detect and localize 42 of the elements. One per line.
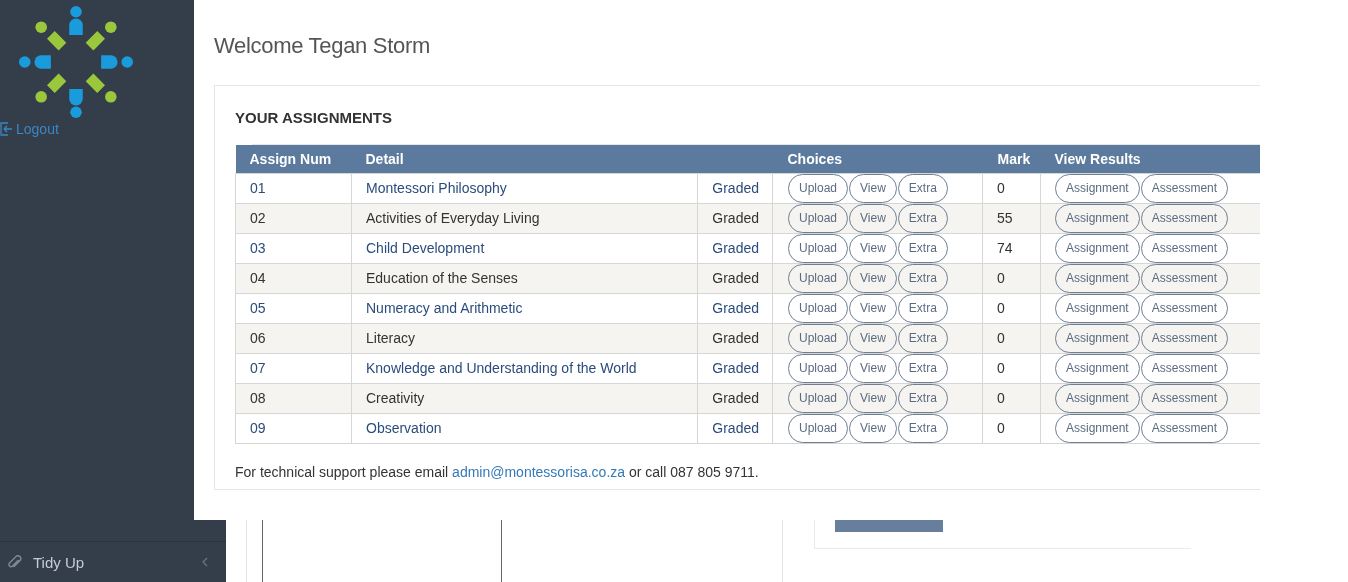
- mark-value: 0: [997, 300, 1005, 316]
- sidebar-item[interactable]: Tidy Up: [0, 541, 226, 582]
- chevron-icon: [202, 557, 208, 567]
- assignment-number[interactable]: 01: [250, 180, 266, 196]
- assignment-number: 08: [250, 390, 266, 406]
- assignment-detail[interactable]: Observation: [366, 420, 442, 436]
- mark-value: 0: [997, 390, 1005, 406]
- welcome-heading: Welcome Tegan Storm: [214, 33, 432, 59]
- assignment-number: 02: [250, 210, 266, 226]
- assignment-detail[interactable]: Child Development: [366, 240, 485, 256]
- assignment-number[interactable]: 03: [250, 240, 266, 256]
- column-header: Assign Num: [235, 145, 352, 173]
- assignment-detail: Activities of Everyday Living: [366, 210, 540, 226]
- assignment-detail: Literacy: [366, 330, 416, 346]
- grade-status: Graded: [712, 270, 759, 286]
- sign-out-icon: [0, 122, 13, 136]
- support-note: For technical support please email admin@montessorisa.co.za or call 087 805 9711.: [235, 463, 759, 480]
- grade-status: Graded: [712, 390, 759, 406]
- mark-value: 0: [997, 360, 1005, 376]
- assignment-detail: Creativity: [366, 390, 425, 406]
- assignment-number[interactable]: 05: [250, 300, 266, 316]
- mark-value: 0: [997, 180, 1005, 196]
- mark-value: 0: [997, 420, 1005, 436]
- assignment-number: 06: [250, 330, 266, 346]
- assignment-detail: Education of the Senses: [366, 270, 518, 286]
- column-header: Choices: [772, 145, 983, 173]
- grade-status: Graded: [712, 330, 759, 346]
- card-title: YOUR ASSIGNMENTS: [235, 108, 392, 128]
- mark-value: 74: [997, 240, 1013, 256]
- sidebar-item-label: Tidy Up: [33, 553, 86, 571]
- assignment-number: 04: [250, 270, 266, 286]
- column-header: View Results: [1040, 145, 1260, 173]
- column-header: Mark: [982, 145, 1041, 173]
- mark-value: 0: [997, 270, 1005, 286]
- grade-status: Graded: [712, 210, 759, 226]
- mark-value: 55: [997, 210, 1013, 226]
- assignment-number[interactable]: 09: [250, 420, 266, 436]
- email-link[interactable]: admin@montessorisa.co.za: [452, 463, 626, 480]
- paperclip-icon: [8, 554, 22, 570]
- column-header: Detail: [351, 145, 773, 173]
- assignment-number[interactable]: 07: [250, 360, 266, 376]
- mark-value: 0: [997, 330, 1005, 346]
